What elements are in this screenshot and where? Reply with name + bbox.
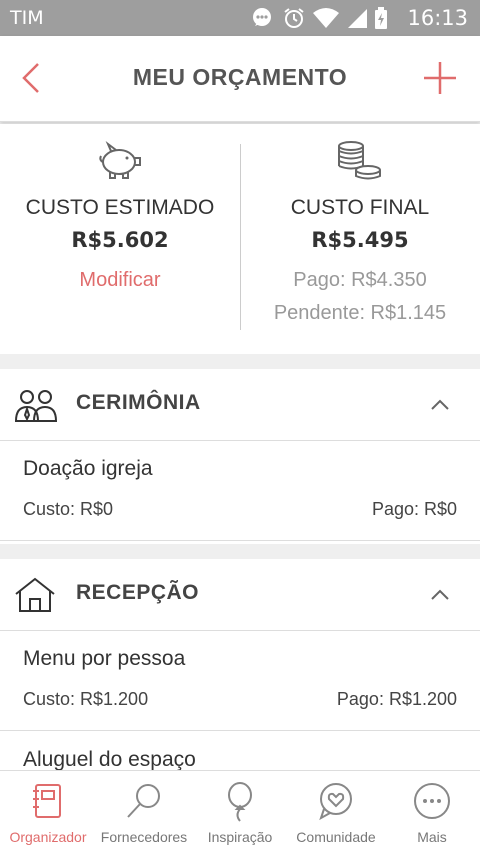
- house-icon: [15, 577, 55, 612]
- chevron-up-icon: [431, 399, 449, 410]
- more-icon: [414, 783, 450, 819]
- section-header-ceremony[interactable]: CERIMÔNIA: [0, 369, 480, 441]
- status-icons: [250, 6, 388, 30]
- paid-amount: Pago: R$4.350: [293, 269, 427, 291]
- clock: 16:13: [407, 6, 468, 30]
- piggy-bank-icon: [99, 140, 141, 179]
- tab-organizador[interactable]: Organizador: [0, 771, 96, 854]
- tab-mais[interactable]: Mais: [384, 771, 480, 854]
- tab-inspiracao[interactable]: Inspiração: [192, 771, 288, 854]
- modify-estimate-link[interactable]: Modificar: [0, 269, 240, 292]
- signal-icon: [348, 9, 367, 28]
- budget-summary: CUSTO ESTIMADO R$5.602 Modificar CUSTO F…: [0, 124, 480, 354]
- coins-stack-icon: [338, 141, 381, 180]
- pending-amount: Pendente: R$1.145: [273, 302, 447, 324]
- item-name: Aluguel do espaço: [23, 748, 196, 771]
- tab-label: Organizador: [9, 829, 87, 845]
- budget-item[interactable]: Doação igreja Custo: R$0 Pago: R$0: [0, 441, 480, 541]
- chat-notification-icon: [253, 8, 271, 26]
- couple-icon: [14, 390, 58, 422]
- notebook-icon: [33, 784, 61, 818]
- section-title-ceremony: CERIMÔNIA: [76, 391, 201, 414]
- tab-label: Fornecedores: [100, 829, 188, 845]
- tab-fornecedores[interactable]: Fornecedores: [96, 771, 192, 854]
- status-bar: TIM 16:13: [0, 0, 480, 36]
- battery-icon: [375, 7, 387, 29]
- page-title: MEU ORÇAMENTO: [132, 64, 348, 90]
- item-cost: Custo: R$0: [23, 499, 114, 519]
- plus-icon: [424, 62, 456, 94]
- budget-item[interactable]: Menu por pessoa Custo: R$1.200 Pago: R$1…: [0, 631, 480, 731]
- estimated-cost-panel: CUSTO ESTIMADO R$5.602 Modificar: [0, 124, 240, 354]
- item-paid: Pago: R$0: [371, 499, 457, 519]
- wifi-icon: [313, 8, 339, 28]
- section-reception: RECEPÇÃO Menu por pessoa Custo: R$1.200 …: [0, 559, 480, 832]
- magnifier-icon: [127, 784, 160, 818]
- add-button[interactable]: [418, 56, 462, 100]
- section-ceremony: CERIMÔNIA Doação igreja Custo: R$0 Pago:…: [0, 369, 480, 544]
- balloon-icon: [228, 782, 252, 822]
- final-cost-panel: CUSTO FINAL R$5.495 Pago: R$4.350 Penden…: [240, 124, 480, 354]
- section-header-reception[interactable]: RECEPÇÃO: [0, 559, 480, 631]
- tab-label: Inspiração: [207, 829, 273, 845]
- estimated-cost-label: CUSTO ESTIMADO: [25, 196, 215, 219]
- item-paid: Pago: R$1.200: [336, 689, 457, 709]
- final-cost-label: CUSTO FINAL: [290, 196, 430, 219]
- estimated-cost-amount: R$5.602: [71, 228, 169, 252]
- tab-comunidade[interactable]: Comunidade: [288, 771, 384, 854]
- section-title-reception: RECEPÇÃO: [76, 581, 200, 604]
- heart-chat-icon: [319, 783, 352, 821]
- item-name: Doação igreja: [23, 457, 153, 480]
- bottom-navigation: Organizador Fornecedores Inspiração Comu…: [0, 770, 480, 854]
- item-name: Menu por pessoa: [23, 647, 186, 670]
- tab-label: Mais: [417, 829, 447, 845]
- tab-label: Comunidade: [296, 829, 376, 845]
- final-cost-amount: R$5.495: [311, 228, 409, 252]
- chevron-up-icon: [431, 589, 449, 600]
- alarm-icon: [284, 8, 304, 28]
- carrier-name: TIM: [10, 7, 44, 29]
- top-app-bar: MEU ORÇAMENTO: [0, 36, 480, 122]
- item-cost: Custo: R$1.200: [23, 689, 149, 709]
